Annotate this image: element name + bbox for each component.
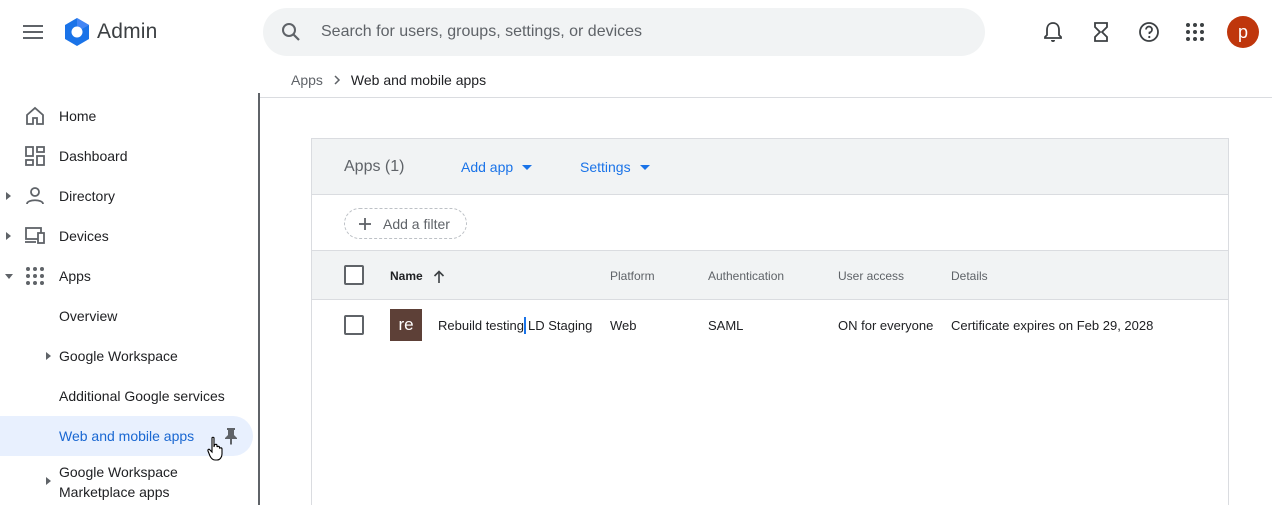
- expand-arrow-icon[interactable]: [46, 352, 51, 360]
- apps-grid-icon: [1186, 23, 1204, 41]
- sidebar-item-label: Directory: [59, 188, 116, 204]
- account-avatar[interactable]: p: [1227, 16, 1259, 48]
- search-icon[interactable]: [279, 20, 303, 44]
- sidebar-item-overview[interactable]: Overview: [0, 296, 253, 336]
- apps-card: Apps (1) Add app Settings Add a filter N…: [311, 138, 1229, 505]
- column-header-authentication[interactable]: Authentication: [708, 269, 784, 283]
- hamburger-menu-icon: [23, 25, 43, 39]
- card-header: Apps (1) Add app Settings: [312, 139, 1228, 195]
- filter-bar: Add a filter: [312, 195, 1228, 251]
- devices-icon: [25, 227, 45, 244]
- sidebar-item-additional-google-services[interactable]: Additional Google services: [0, 376, 253, 416]
- table-row[interactable]: re Rebuild testing LD Staging Web SAML ON…: [312, 300, 1228, 350]
- home-icon: [26, 106, 44, 125]
- breadcrumb-current: Web and mobile apps: [350, 72, 487, 88]
- column-header-platform[interactable]: Platform: [610, 269, 655, 283]
- column-name-label: Name: [390, 269, 423, 283]
- sidebar-item-label: Additional Google services: [59, 388, 225, 404]
- tasks-button[interactable]: [1081, 12, 1121, 52]
- search-bar[interactable]: Search for users, groups, settings, or d…: [263, 8, 985, 56]
- sidebar-item-dashboard[interactable]: Dashboard: [0, 136, 253, 176]
- column-header-details[interactable]: Details: [951, 269, 988, 283]
- text-cursor: [524, 317, 526, 334]
- plus-icon: [359, 218, 371, 230]
- settings-label: Settings: [580, 159, 631, 175]
- sidebar-item-devices[interactable]: Devices: [0, 216, 253, 256]
- table-header: Name Platform Authentication User access…: [312, 251, 1228, 300]
- sidebar-item-label: Home: [59, 108, 97, 124]
- sidebar-item-directory[interactable]: Directory: [0, 176, 253, 216]
- sort-ascending-icon[interactable]: [433, 269, 445, 283]
- sidebar-item-google-workspace[interactable]: Google Workspace: [0, 336, 253, 376]
- help-button[interactable]: [1129, 12, 1169, 52]
- sidebar-item-marketplace-apps[interactable]: Google Workspace Marketplace apps: [0, 456, 253, 505]
- person-icon: [26, 187, 44, 205]
- expand-arrow-icon[interactable]: [6, 192, 11, 200]
- dropdown-arrow-icon: [639, 164, 650, 170]
- sidebar-item-label: Google Workspace: [59, 348, 178, 364]
- sidebar-item-label: Web and mobile apps: [59, 428, 195, 444]
- hand-pointer-cursor-icon: [207, 436, 223, 461]
- notifications-button[interactable]: [1033, 12, 1073, 52]
- column-header-user-access[interactable]: User access: [838, 269, 904, 283]
- user-access-cell: ON for everyone: [838, 318, 934, 333]
- breadcrumb: Apps Web and mobile apps: [291, 72, 486, 88]
- authentication-cell: SAML: [708, 318, 744, 333]
- expand-arrow-icon[interactable]: [46, 477, 51, 485]
- bell-icon: [1044, 22, 1062, 42]
- sidebar-item-home[interactable]: Home: [0, 96, 253, 136]
- sidebar-item-label: Dashboard: [59, 148, 128, 164]
- apps-grid-icon: [26, 267, 44, 285]
- sidebar-item-label-line2: Marketplace apps: [59, 484, 170, 500]
- app-name-part1: Rebuild testing: [438, 318, 524, 333]
- column-header-name[interactable]: Name: [390, 269, 445, 283]
- sidebar-item-label: Google Workspace Marketplace apps: [59, 462, 178, 502]
- expand-arrow-icon[interactable]: [6, 232, 11, 240]
- google-apps-button[interactable]: [1175, 12, 1215, 52]
- chevron-right-icon: [334, 75, 340, 85]
- sidebar-item-label-line1: Google Workspace: [59, 464, 178, 480]
- platform-cell: Web: [610, 318, 637, 333]
- sidebar-item-label: Apps: [59, 268, 91, 284]
- hourglass-icon: [1094, 22, 1108, 42]
- dropdown-arrow-icon: [522, 164, 533, 170]
- help-icon: [1139, 22, 1159, 42]
- google-admin-logo-icon[interactable]: [62, 17, 92, 47]
- apps-count-title: Apps (1): [344, 158, 405, 175]
- details-cell: Certificate expires on Feb 29, 2028: [951, 318, 1154, 333]
- breadcrumb-apps-link[interactable]: Apps: [291, 72, 323, 88]
- dashboard-icon: [25, 146, 45, 166]
- row-checkbox[interactable]: [344, 315, 364, 335]
- add-app-button[interactable]: Add app: [461, 159, 533, 175]
- sidebar-item-apps[interactable]: Apps: [0, 256, 253, 296]
- app-name-part2: LD Staging: [528, 318, 593, 333]
- add-app-label: Add app: [461, 159, 514, 175]
- product-name[interactable]: Admin: [97, 20, 158, 44]
- sidebar-item-label: Devices: [59, 228, 109, 244]
- breadcrumb-divider: [260, 97, 1272, 98]
- add-filter-button[interactable]: Add a filter: [344, 208, 467, 239]
- sidebar-item-label: Overview: [59, 308, 118, 324]
- settings-button[interactable]: Settings: [580, 159, 650, 175]
- app-avatar: re: [390, 309, 422, 341]
- sidebar-divider: [258, 93, 260, 505]
- select-all-checkbox[interactable]: [344, 265, 364, 285]
- search-input[interactable]: Search for users, groups, settings, or d…: [321, 23, 642, 41]
- main-menu-button[interactable]: [13, 12, 53, 52]
- add-filter-label: Add a filter: [383, 216, 450, 232]
- app-name-link[interactable]: Rebuild testing LD Staging: [438, 318, 592, 333]
- collapse-arrow-icon[interactable]: [5, 274, 13, 279]
- top-app-bar: Admin Search for users, groups, settings…: [0, 0, 1272, 64]
